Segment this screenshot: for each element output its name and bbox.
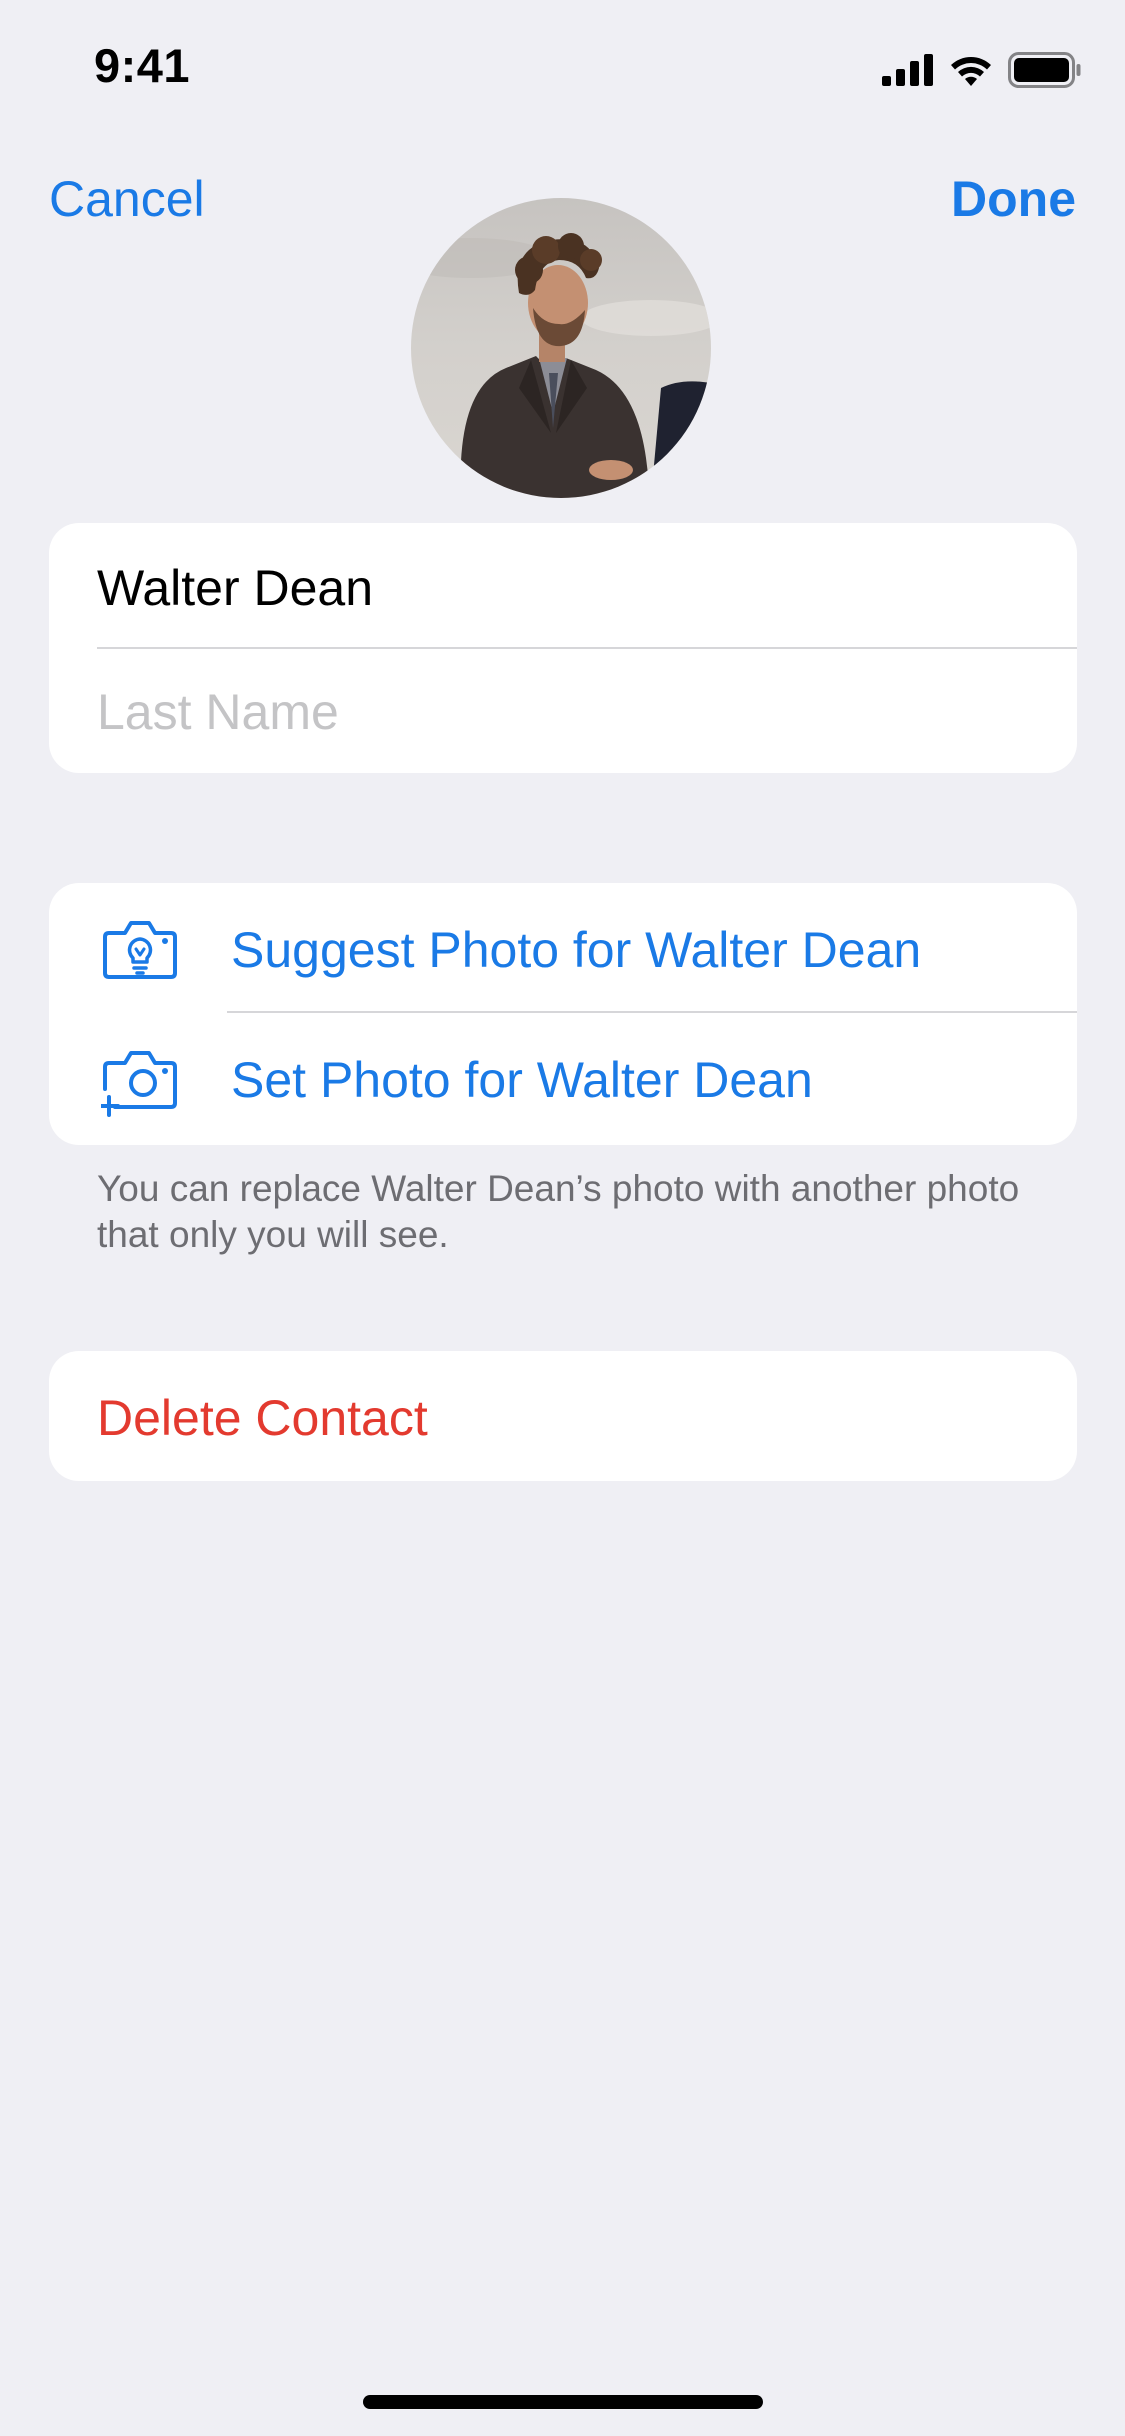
camera-lightbulb-icon [103, 921, 177, 979]
camera-plus-icon [101, 1051, 177, 1117]
battery-icon [1008, 52, 1081, 88]
photo-footnote: You can replace Walter Dean’s photo with… [97, 1168, 1020, 1255]
done-button[interactable]: Done [951, 170, 1076, 228]
status-time: 9:41 [94, 39, 191, 92]
first-name-field[interactable]: Walter Dean [97, 559, 1029, 659]
contact-avatar[interactable] [411, 198, 711, 498]
status-icons [882, 50, 1082, 90]
suggest-photo-button[interactable]: Suggest Photo for Walter Dean [49, 883, 1077, 1013]
photo-actions-card: Suggest Photo for Walter Dean Set Photo … [49, 883, 1077, 1145]
delete-contact-card: Delete Contact [49, 1351, 1077, 1481]
last-name-field[interactable]: Last Name [97, 683, 1029, 753]
set-photo-label: Set Photo for Walter Dean [231, 1052, 813, 1108]
name-fields-card: Walter Dean Last Name [49, 523, 1077, 773]
home-indicator[interactable] [363, 2395, 763, 2409]
suggest-photo-label: Suggest Photo for Walter Dean [231, 922, 922, 978]
cellular-signal-icon [882, 54, 933, 86]
set-photo-button[interactable]: Set Photo for Walter Dean [49, 1013, 1077, 1143]
divider [97, 647, 1077, 649]
wifi-icon [951, 57, 991, 86]
cancel-button[interactable]: Cancel [49, 170, 205, 228]
delete-contact-button[interactable]: Delete Contact [97, 1389, 428, 1447]
